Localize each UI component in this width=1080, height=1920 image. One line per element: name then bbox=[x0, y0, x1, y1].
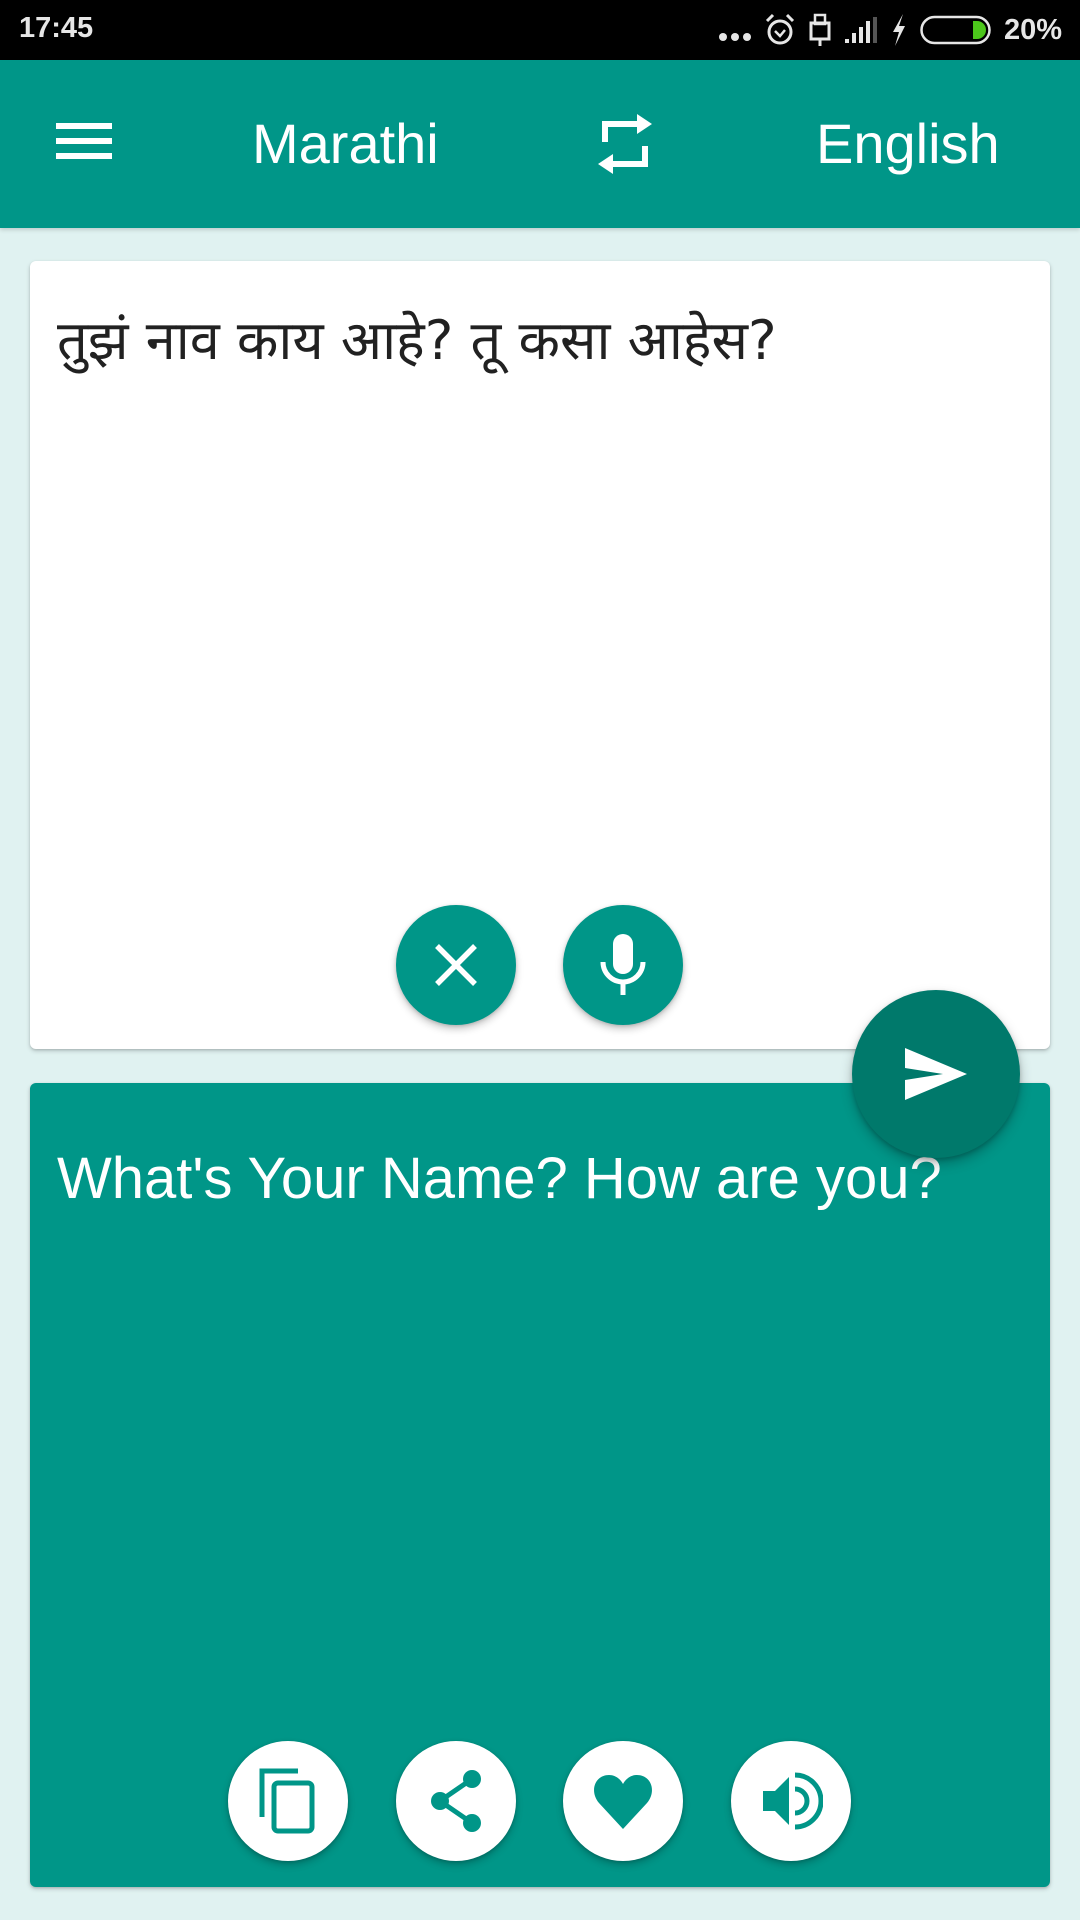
heart-icon bbox=[594, 1775, 652, 1829]
output-card: What's Your Name? How are you? bbox=[30, 1083, 1050, 1887]
status-icons: 20% bbox=[718, 10, 1062, 50]
alarm-icon bbox=[765, 13, 795, 45]
more-notifications-icon bbox=[718, 33, 751, 41]
app-bar: Marathi English bbox=[0, 60, 1080, 228]
send-icon bbox=[905, 1048, 967, 1100]
charging-icon bbox=[892, 14, 905, 46]
source-language-selector[interactable]: Marathi bbox=[252, 112, 439, 176]
signal-icon bbox=[844, 17, 877, 43]
battery-percent: 20% bbox=[1003, 13, 1062, 46]
share-button[interactable] bbox=[396, 1741, 516, 1861]
usb-icon bbox=[809, 13, 831, 46]
source-text-input[interactable]: तुझं नाव काय आहे? तू कसा आहेस? bbox=[57, 301, 1017, 381]
favorite-button[interactable] bbox=[563, 1741, 683, 1861]
copy-icon bbox=[259, 1768, 315, 1834]
hamburger-menu-icon bbox=[56, 123, 112, 159]
swap-languages-icon bbox=[598, 114, 652, 174]
menu-button[interactable] bbox=[40, 106, 128, 176]
speaker-icon bbox=[763, 1772, 823, 1830]
target-language-selector[interactable]: English bbox=[816, 112, 1000, 176]
speak-button[interactable] bbox=[731, 1741, 851, 1861]
copy-button[interactable] bbox=[228, 1741, 348, 1861]
status-time: 17:45 bbox=[19, 12, 94, 44]
share-icon bbox=[431, 1770, 481, 1832]
battery-icon bbox=[920, 15, 991, 45]
input-card: तुझं नाव काय आहे? तू कसा आहेस? bbox=[30, 261, 1050, 1049]
swap-languages-button[interactable] bbox=[585, 104, 665, 184]
close-icon bbox=[435, 944, 477, 986]
microphone-icon bbox=[600, 934, 646, 995]
translate-button[interactable] bbox=[852, 990, 1020, 1158]
clear-button[interactable] bbox=[396, 905, 516, 1025]
voice-input-button[interactable] bbox=[563, 905, 683, 1025]
status-bar: 17:45 20% bbox=[0, 0, 1080, 60]
translated-text: What's Your Name? How are you? bbox=[57, 1146, 942, 1211]
